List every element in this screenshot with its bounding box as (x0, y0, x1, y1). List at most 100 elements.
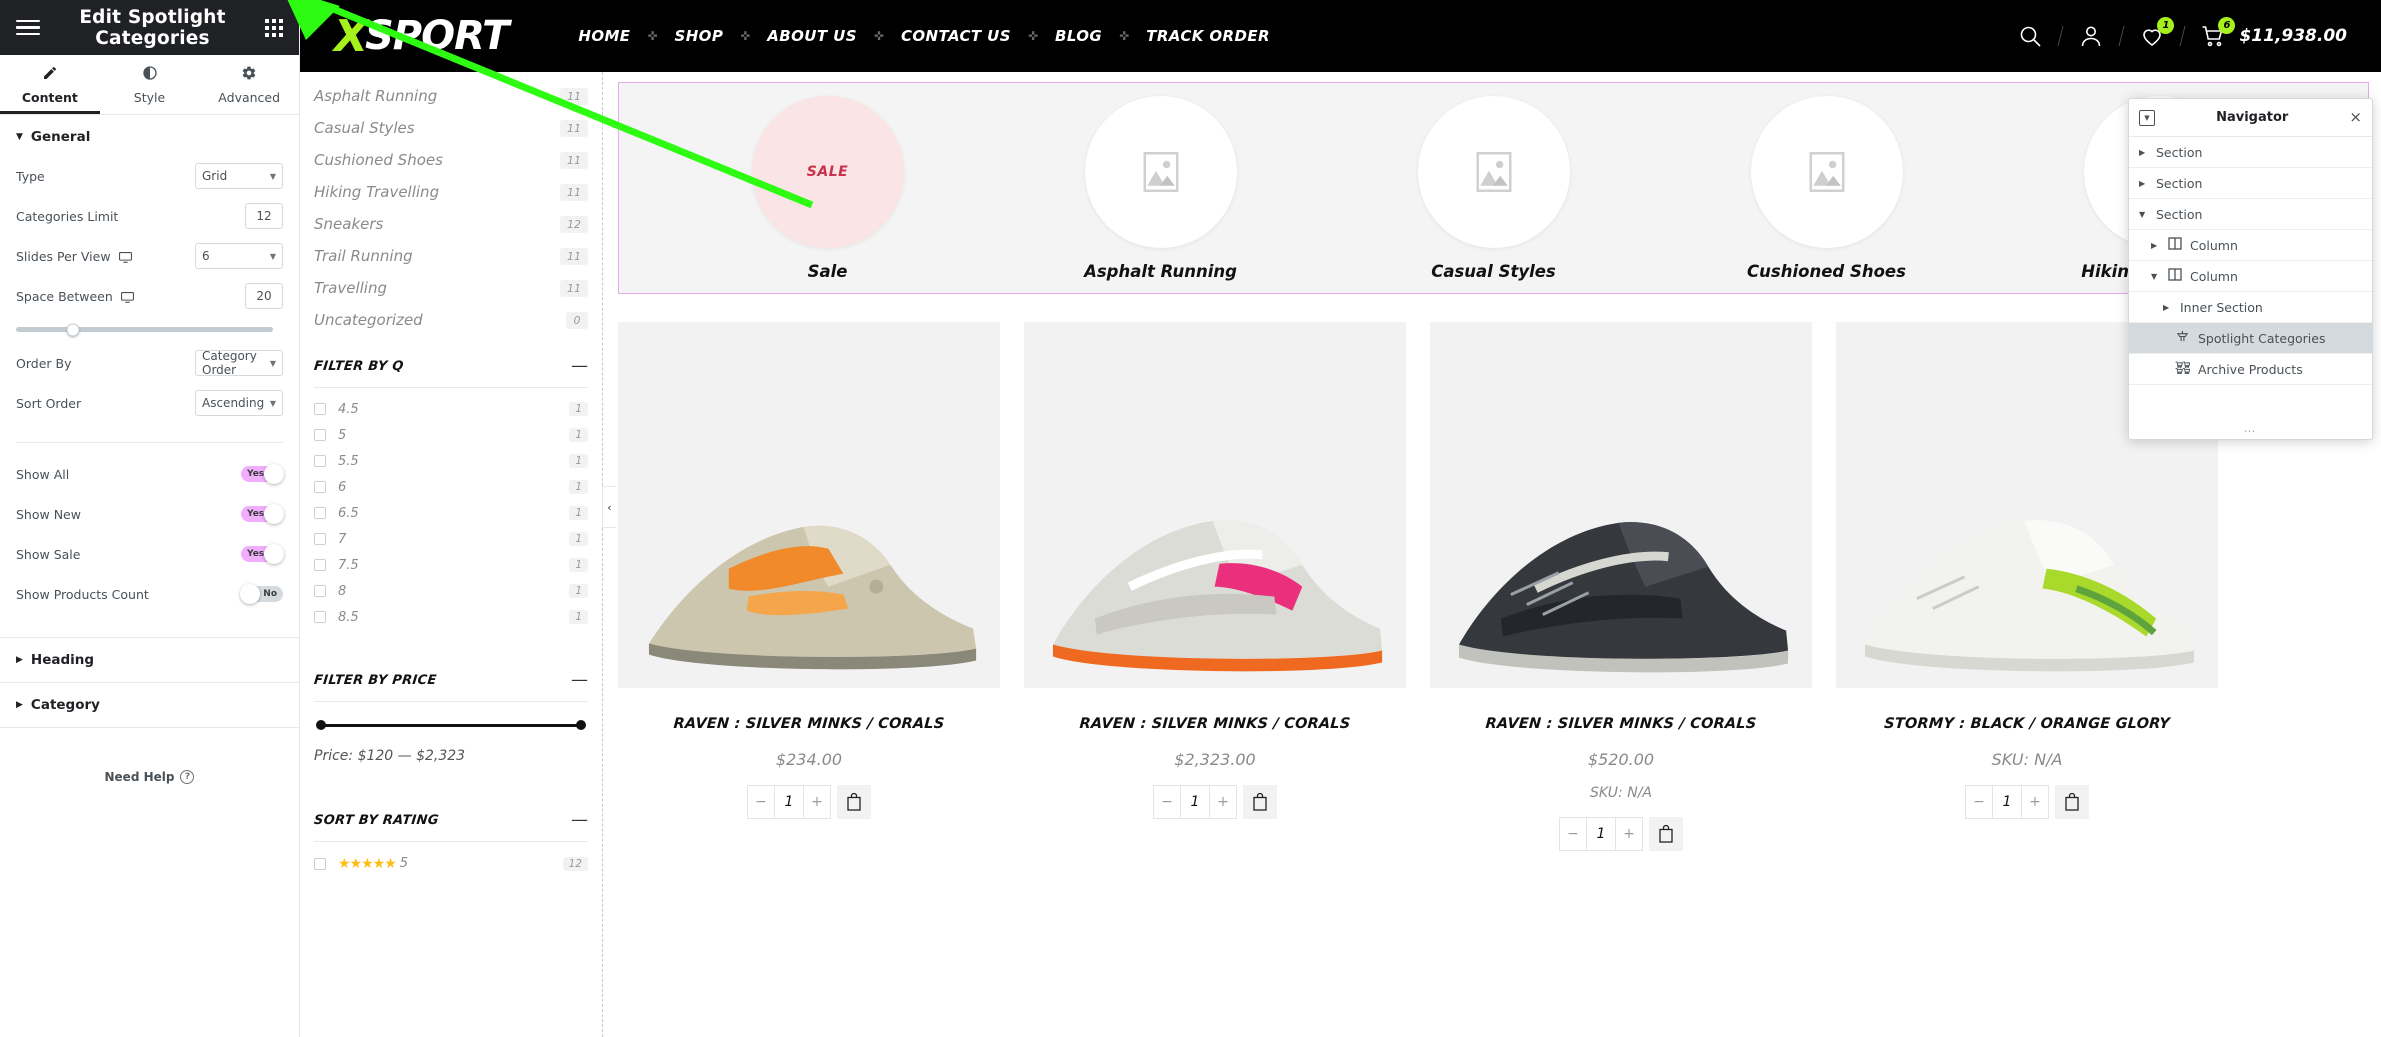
product-card[interactable]: RAVEN : SILVER MINKS / CORALS $234.00 − … (618, 322, 1000, 851)
navigator-item-archive-products[interactable]: Archive Products (2129, 354, 2372, 385)
checkbox[interactable] (314, 585, 326, 597)
price-slider-max-handle[interactable] (576, 720, 586, 730)
dock-icon[interactable]: ▼ (2139, 109, 2155, 126)
nav-item-track-order[interactable]: TRACK ORDER (1144, 27, 1272, 45)
type-select[interactable]: Grid ▼ (195, 163, 283, 189)
search-icon[interactable] (2018, 24, 2042, 48)
nav-item-about-us[interactable]: ABOUT US (765, 27, 859, 45)
caret-right-icon[interactable]: ▶ (2139, 179, 2148, 188)
quantity-value[interactable]: 1 (774, 786, 804, 818)
add-to-cart-button[interactable] (1243, 785, 1277, 819)
quantity-value[interactable]: 1 (1992, 786, 2022, 818)
quantity-increase[interactable]: + (2022, 786, 2048, 818)
add-to-cart-button[interactable] (1649, 817, 1683, 851)
add-to-cart-button[interactable] (2055, 785, 2089, 819)
sort-rating-header[interactable]: SORT BY RATING — (313, 812, 588, 829)
tab-style[interactable]: Style (100, 55, 200, 114)
quantity-value[interactable]: 1 (1586, 818, 1616, 850)
filter-q-header[interactable]: FILTER BY Q — (313, 358, 588, 375)
caret-down-icon[interactable]: ▼ (2151, 272, 2160, 281)
spotlight-item[interactable]: Cushioned Shoes (1660, 95, 1993, 281)
caret-right-icon[interactable]: ▶ (2139, 148, 2148, 157)
category-row[interactable]: Uncategorized 0 (314, 304, 588, 336)
checkbox[interactable] (314, 481, 326, 493)
caret-right-icon[interactable]: ▶ (2163, 303, 2172, 312)
sort-order-select[interactable]: Ascending ▼ (195, 390, 283, 416)
filter-q-item[interactable]: 8 1 (314, 578, 588, 604)
checkbox[interactable] (314, 507, 326, 519)
nav-item-blog[interactable]: BLOG (1053, 27, 1104, 45)
show-all-toggle[interactable]: Yes (241, 464, 284, 484)
sidebar-collapse-handle[interactable]: ‹ (602, 486, 616, 528)
section-general[interactable]: ▼ General (0, 115, 299, 159)
quantity-increase[interactable]: + (1210, 786, 1236, 818)
checkbox[interactable] (314, 611, 326, 623)
category-row[interactable]: Casual Styles 11 (314, 112, 588, 144)
nav-item-shop[interactable]: SHOP (673, 27, 726, 45)
quantity-stepper[interactable]: − 1 + (1965, 785, 2049, 819)
category-row[interactable]: Trail Running 11 (314, 240, 588, 272)
add-to-cart-button[interactable] (837, 785, 871, 819)
space-between-input[interactable]: 20 (245, 283, 283, 309)
nav-item-contact-us[interactable]: CONTACT US (899, 27, 1013, 45)
accordion-category[interactable]: ▶ Category (0, 682, 299, 728)
quantity-decrease[interactable]: − (1154, 786, 1180, 818)
quantity-stepper[interactable]: − 1 + (747, 785, 831, 819)
quantity-decrease[interactable]: − (748, 786, 774, 818)
checkbox[interactable] (314, 455, 326, 467)
category-row[interactable]: Cushioned Shoes 11 (314, 144, 588, 176)
filter-q-item[interactable]: 5.5 1 (314, 448, 588, 474)
order-by-select[interactable]: Category Order ▼ (195, 349, 283, 377)
quantity-decrease[interactable]: − (1966, 786, 1992, 818)
filter-q-item[interactable]: 5 1 (314, 422, 588, 448)
show-products-count-toggle[interactable]: No (240, 584, 283, 604)
checkbox[interactable] (314, 403, 326, 415)
checkbox[interactable] (314, 559, 326, 571)
price-slider-min-handle[interactable] (316, 720, 326, 730)
price-range-slider[interactable] (316, 720, 586, 730)
quantity-value[interactable]: 1 (1180, 786, 1210, 818)
close-icon[interactable]: × (2349, 110, 2362, 125)
accordion-heading[interactable]: ▶ Heading (0, 637, 299, 682)
user-icon[interactable] (2079, 24, 2103, 48)
site-logo[interactable]: X SPORT (334, 11, 509, 62)
navigator-item-section[interactable]: ▶ Section (2129, 168, 2372, 199)
filter-q-item[interactable]: 4.5 1 (314, 396, 588, 422)
rating-item[interactable]: ★★★★★ 5 12 (314, 850, 588, 877)
space-between-slider[interactable] (0, 323, 299, 346)
navigator-item-section[interactable]: ▶ Section (2129, 137, 2372, 168)
spotlight-item[interactable]: Casual Styles (1327, 95, 1660, 281)
collapse-icon[interactable]: — (571, 358, 588, 375)
desktop-icon[interactable] (120, 291, 134, 303)
filter-q-item[interactable]: 7 1 (314, 526, 588, 552)
navigator-item-section[interactable]: ▼ Section (2129, 199, 2372, 230)
nav-item-home[interactable]: HOME (576, 27, 632, 45)
quantity-decrease[interactable]: − (1560, 818, 1586, 850)
spotlight-categories-widget[interactable]: SALE Sale Asphalt Running Casual Styles … (618, 82, 2369, 294)
category-row[interactable]: Hiking Travelling 11 (314, 176, 588, 208)
category-row[interactable]: Sneakers 12 (314, 208, 588, 240)
collapse-icon[interactable]: — (571, 672, 588, 689)
hamburger-icon[interactable] (16, 19, 40, 36)
quantity-stepper[interactable]: − 1 + (1559, 817, 1643, 851)
checkbox[interactable] (314, 429, 326, 441)
navigator-item-spotlight-categories[interactable]: Spotlight Categories (2129, 323, 2372, 354)
tab-advanced[interactable]: Advanced (199, 55, 299, 114)
filter-q-item[interactable]: 6.5 1 (314, 500, 588, 526)
tab-content[interactable]: Content (0, 55, 100, 114)
caret-down-icon[interactable]: ▼ (2139, 210, 2148, 219)
desktop-icon[interactable] (118, 251, 132, 263)
category-row[interactable]: Travelling 11 (314, 272, 588, 304)
filter-price-header[interactable]: FILTER BY PRICE — (313, 672, 588, 689)
navigator-item-column[interactable]: ▶ Column (2129, 230, 2372, 261)
filter-q-item[interactable]: 6 1 (314, 474, 588, 500)
caret-right-icon[interactable]: ▶ (2151, 241, 2160, 250)
checkbox[interactable] (314, 857, 326, 870)
navigator-resize-handle[interactable]: … (2129, 417, 2372, 439)
product-card[interactable]: RAVEN : SILVER MINKS / CORALS $520.00 SK… (1430, 322, 1812, 851)
slider-track[interactable] (16, 323, 273, 336)
show-new-toggle[interactable]: Yes (241, 504, 284, 524)
navigator-item-column[interactable]: ▼ Column (2129, 261, 2372, 292)
category-row[interactable]: Asphalt Running 11 (314, 80, 588, 112)
collapse-icon[interactable]: — (571, 812, 588, 829)
